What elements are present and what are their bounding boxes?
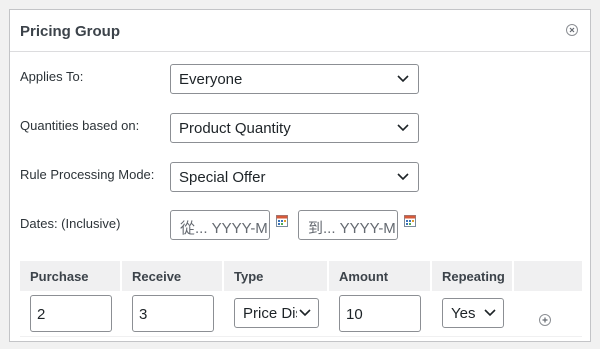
add-icon[interactable] xyxy=(539,314,551,326)
applies-to-select[interactable]: Everyone xyxy=(170,64,419,94)
type-header: Type xyxy=(224,261,329,291)
calendar-icon[interactable] xyxy=(276,215,288,227)
date-to-input[interactable]: 到... YYYY-MM-DD xyxy=(298,210,398,240)
purchase-input[interactable]: 2 xyxy=(30,295,112,332)
table-row: 2 3 Price Discount 10 Yes xyxy=(20,291,582,337)
amount-input[interactable]: 10 xyxy=(339,295,421,332)
chevron-down-icon xyxy=(397,75,409,83)
chevron-down-icon xyxy=(397,124,409,132)
chevron-down-icon xyxy=(397,173,409,181)
table-header: Purchase Receive Type Amount Repeating xyxy=(20,261,582,291)
close-icon[interactable] xyxy=(566,24,578,36)
purchase-value: 2 xyxy=(37,306,46,323)
quantities-select[interactable]: Product Quantity xyxy=(170,113,419,143)
receive-header: Receive xyxy=(122,261,224,291)
mode-label: Rule Processing Mode: xyxy=(20,167,155,182)
panel-header: Pricing Group xyxy=(10,10,590,52)
calendar-icon[interactable] xyxy=(404,215,416,227)
quantities-value: Product Quantity xyxy=(179,120,291,137)
mode-value: Special Offer xyxy=(179,169,266,186)
quantities-label: Quantities based on: xyxy=(20,118,140,133)
chevron-down-icon xyxy=(299,309,311,317)
receive-value: 3 xyxy=(139,306,148,323)
receive-input[interactable]: 3 xyxy=(132,295,214,332)
type-value: Price Discount xyxy=(243,305,297,322)
mode-select[interactable]: Special Offer xyxy=(170,162,419,192)
dates-label: Dates: (Inclusive) xyxy=(20,216,121,231)
repeating-select[interactable]: Yes xyxy=(442,298,504,328)
actions-header xyxy=(514,261,582,291)
chevron-down-icon xyxy=(484,309,496,317)
purchase-header: Purchase xyxy=(20,261,122,291)
panel-title: Pricing Group xyxy=(20,23,121,40)
amount-header: Amount xyxy=(329,261,432,291)
date-from-placeholder: 從... YYYY-MM-DD xyxy=(180,220,269,237)
repeating-header: Repeating xyxy=(432,261,514,291)
amount-value: 10 xyxy=(346,306,363,323)
pricing-group-panel: Pricing Group Applies To: Everyone Quant… xyxy=(9,9,591,342)
date-from-input[interactable]: 從... YYYY-MM-DD xyxy=(170,210,270,240)
applies-to-label: Applies To: xyxy=(20,69,84,84)
date-to-placeholder: 到... YYYY-MM-DD xyxy=(308,220,397,237)
repeating-value: Yes xyxy=(451,305,476,322)
applies-to-value: Everyone xyxy=(179,71,243,88)
type-select[interactable]: Price Discount xyxy=(234,298,319,328)
